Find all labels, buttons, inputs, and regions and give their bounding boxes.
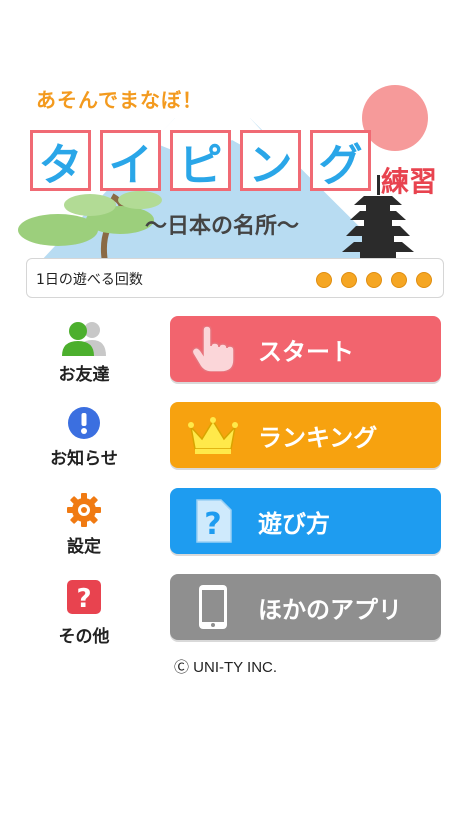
exclamation-icon [68, 407, 100, 439]
smartphone-icon [188, 582, 238, 632]
news-label: お知らせ [50, 449, 118, 469]
friends-icon [62, 322, 106, 356]
help-document-icon: ? [188, 496, 238, 546]
play-count-label: 1日の遊べる回数 [36, 272, 143, 288]
svg-text:?: ? [204, 507, 221, 542]
play-token-3 [366, 272, 382, 288]
ranking-label: ランキング [258, 423, 378, 452]
subtitle: 〜日本の名所〜 [145, 214, 300, 239]
news-button[interactable]: お知らせ [34, 404, 134, 474]
hand-pointer-icon [188, 324, 238, 374]
title-char-2: イ [100, 130, 161, 191]
howto-button[interactable]: ? 遊び方 [170, 488, 441, 554]
title-char-3: ピ [170, 130, 231, 191]
title-char-1: タ [30, 130, 91, 191]
other-button[interactable]: ? その他 [34, 580, 134, 650]
crown-icon [188, 410, 238, 460]
start-button[interactable]: スタート [170, 316, 441, 382]
other-apps-label: ほかのアプリ [258, 595, 402, 624]
friends-label: お友達 [58, 365, 110, 385]
play-token-2 [341, 272, 357, 288]
other-label: その他 [58, 627, 110, 647]
title-suffix: 練習 [381, 165, 438, 198]
tagline: あそんでまなぼ！ [36, 88, 203, 112]
copyright: Ⓒ UNI-TY INC. [174, 659, 278, 676]
title-char-5: グ [310, 130, 371, 191]
ranking-button[interactable]: ランキング [170, 402, 441, 468]
play-token-5 [416, 272, 432, 288]
other-apps-button[interactable]: ほかのアプリ [170, 574, 441, 640]
sun-shape [362, 85, 428, 151]
gear-icon [67, 493, 101, 527]
svg-text:?: ? [76, 584, 91, 614]
play-token-1 [316, 272, 332, 288]
title-char-4: ン [240, 130, 301, 191]
settings-button[interactable]: 設定 [34, 492, 134, 562]
howto-label: 遊び方 [258, 509, 330, 538]
start-label: スタート [258, 337, 354, 366]
settings-label: 設定 [67, 537, 101, 557]
play-token-4 [391, 272, 407, 288]
question-icon: ? [67, 580, 101, 614]
friends-button[interactable]: お友達 [34, 318, 134, 388]
